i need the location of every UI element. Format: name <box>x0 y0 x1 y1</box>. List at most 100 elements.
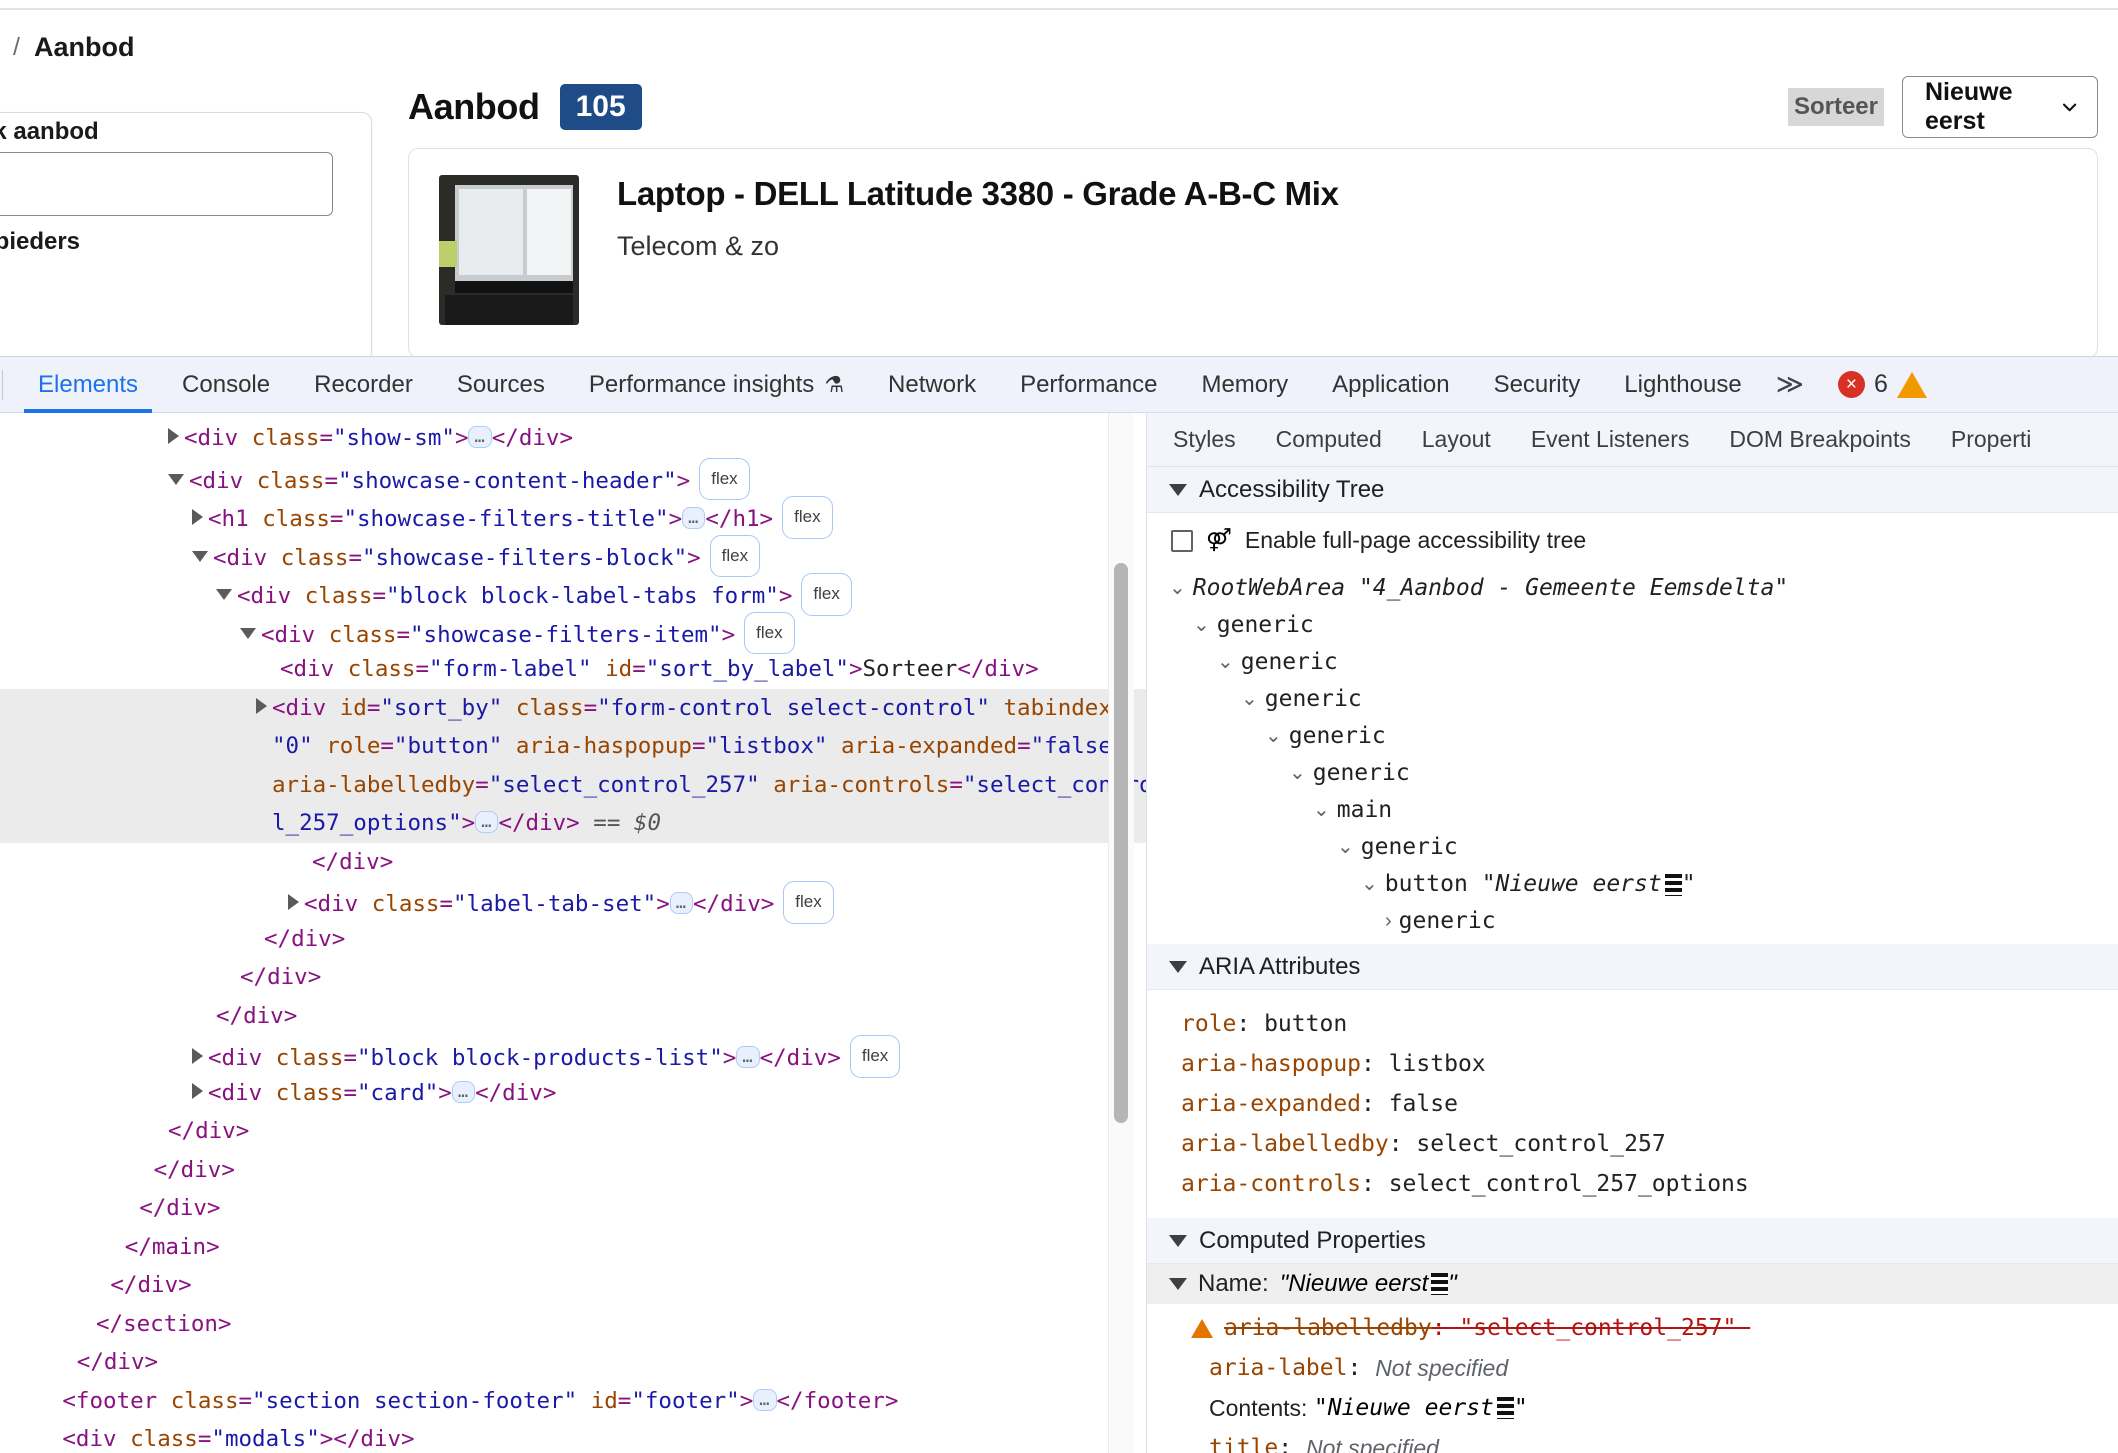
dom-node-line[interactable]: <div class="form-label" id="sort_by_labe… <box>0 650 1146 689</box>
expand-triangle-icon[interactable] <box>192 550 208 562</box>
aria-attributes-title: ARIA Attributes <box>1199 952 1361 980</box>
search-input[interactable] <box>0 152 333 216</box>
dom-tree[interactable]: <div class="show-sm">… </div> <div class="… <box>0 413 1146 1453</box>
expand-triangle-icon[interactable] <box>240 627 256 639</box>
more-tabs-button[interactable]: ≫ <box>1764 357 1816 413</box>
ax-tree-node[interactable]: ⌄ generic <box>1147 607 2118 644</box>
dom-selected-node-line[interactable]: "0" role="button" aria-haspopup="listbox… <box>0 727 1146 766</box>
dom-node-line[interactable]: <div class="showcase-filters-block"> flex <box>0 534 1146 577</box>
dom-node-line[interactable]: </div> <box>0 1151 1146 1190</box>
sidebar-tab-styles[interactable]: Styles <box>1147 426 1256 453</box>
dom-node-line[interactable]: <footer class="section section-footer" i… <box>0 1382 1146 1421</box>
collapse-triangle-icon[interactable] <box>168 428 179 444</box>
dom-node-line[interactable]: <div class="showcase-filters-item"> flex <box>0 611 1146 654</box>
tab-security[interactable]: Security <box>1472 357 1603 413</box>
sidebar-tab-computed[interactable]: Computed <box>1256 426 1402 453</box>
aria-attributes-section-header[interactable]: ARIA Attributes <box>1147 944 2118 990</box>
sidebar-tab-dom-breakpoints[interactable]: DOM Breakpoints <box>1709 426 1931 453</box>
enable-ax-tree-checkbox[interactable] <box>1171 529 1193 552</box>
tab-network[interactable]: Network <box>866 357 998 413</box>
collapse-triangle-icon[interactable] <box>192 509 203 525</box>
dom-node-line[interactable]: </div> <box>0 920 1146 959</box>
dom-scrollbar-thumb[interactable] <box>1114 563 1128 1123</box>
ax-tree-node[interactable]: ⌄ RootWebArea "4_Aanbod - Gemeente Eemsde… <box>1147 570 2118 607</box>
page-top-divider <box>0 8 2118 10</box>
dom-node-line[interactable]: <div class="block block-products-list">…… <box>0 1035 1146 1078</box>
accessibility-tree-section-header[interactable]: Accessibility Tree <box>1147 467 2118 513</box>
ax-tree-node[interactable]: ⌄ generic <box>1147 644 2118 681</box>
caret-icon[interactable]: ⌄ <box>1289 755 1306 792</box>
dom-tree-pane[interactable]: <div class="show-sm">… </div> <div class="… <box>0 413 1147 1453</box>
dom-node-line[interactable]: </div> <box>0 1343 1146 1382</box>
dom-selected-node-line[interactable]: aria-labelledby="select_control_257" ari… <box>0 765 1146 804</box>
ax-tree-node[interactable]: ⌄ generic <box>1147 718 2118 755</box>
dom-node-line[interactable]: </section> <box>0 1305 1146 1344</box>
dom-node-line[interactable]: <div class="modals"></div> <box>0 1420 1146 1453</box>
ax-tree-node[interactable]: › generic <box>1147 903 2118 940</box>
dom-node-line[interactable]: </div> <box>0 843 1146 882</box>
caret-down-icon <box>1169 1234 1187 1247</box>
caret-icon[interactable]: › <box>1385 903 1392 940</box>
computed-properties-title: Computed Properties <box>1199 1226 1426 1254</box>
caret-icon[interactable]: ⌄ <box>1265 718 1282 755</box>
caret-icon[interactable]: ⌄ <box>1241 681 1258 718</box>
dom-node-line[interactable]: </div> <box>0 1266 1146 1305</box>
dom-node-line[interactable]: </div> <box>0 997 1146 1036</box>
caret-icon[interactable]: ⌄ <box>1217 644 1234 681</box>
aria-attribute-key: aria-expanded <box>1181 1091 1362 1117</box>
collapse-triangle-icon[interactable] <box>288 894 299 910</box>
collapse-triangle-icon[interactable] <box>192 1082 203 1099</box>
ax-tree-node[interactable]: ⌄ generic <box>1147 755 2118 792</box>
tab-lighthouse[interactable]: Lighthouse <box>1602 357 1763 413</box>
dom-selected-node-line[interactable]: l_257_options">… </div> == $0 <box>0 804 1146 843</box>
caret-icon[interactable]: ⌄ <box>1313 792 1330 829</box>
tab-application[interactable]: Application <box>1310 357 1471 413</box>
aria-attribute-key: aria-controls <box>1181 1171 1362 1197</box>
collapse-triangle-icon[interactable] <box>256 697 267 714</box>
caret-icon[interactable]: ⌄ <box>1193 607 1210 644</box>
sort-by-select[interactable]: Nieuwe eerst <box>1902 76 2098 138</box>
dom-selected-node-line[interactable]: <div id="sort_by" class="form-control se… <box>0 688 1146 727</box>
dom-node-line[interactable]: <h1 class="showcase-filters-title">… </h1… <box>0 496 1146 539</box>
tab-sources[interactable]: Sources <box>435 357 567 413</box>
enable-full-page-ax-tree-row[interactable]: ⚤ Enable full-page accessibility tree <box>1147 513 2118 564</box>
dom-node-line[interactable]: <div class="card">… </div> <box>0 1074 1146 1113</box>
dom-node-line[interactable]: <div class="show-sm">… </div> <box>0 419 1146 458</box>
collapse-triangle-icon[interactable] <box>192 1048 203 1064</box>
dom-node-line[interactable]: </main> <box>0 1228 1146 1267</box>
tab-elements[interactable]: Elements <box>16 357 160 413</box>
computed-name-row[interactable]: Name: "Nieuwe eerst " <box>1147 1264 2118 1304</box>
expand-triangle-icon[interactable] <box>216 589 232 600</box>
ax-tree-node[interactable]: ⌄ generic <box>1147 829 2118 866</box>
devtools-sidebar-pane: Styles Computed Layout Event Listeners DOM B… <box>1147 413 2118 1453</box>
dom-node-line[interactable]: </div> <box>0 958 1146 997</box>
ax-tree-node[interactable]: ⌄ generic <box>1147 681 2118 718</box>
tab-performance-insights[interactable]: Performance insights ⚗ <box>567 357 866 413</box>
sidebar-tab-event-listeners[interactable]: Event Listeners <box>1511 426 1710 453</box>
caret-icon[interactable]: ⌄ <box>1337 829 1354 866</box>
sidebar-tab-properti[interactable]: Properti <box>1931 426 2052 453</box>
ax-tree-node[interactable]: ⌄ main <box>1147 792 2118 829</box>
dom-node-line[interactable]: </div> <box>0 1189 1146 1228</box>
tab-console[interactable]: Console <box>160 357 292 413</box>
product-card[interactable]: Laptop - DELL Latitude 3380 - Grade A-B-… <box>408 148 2098 356</box>
tab-performance[interactable]: Performance <box>998 357 1179 413</box>
computed-name-source-row: title: Not specified <box>1209 1435 1439 1453</box>
tab-memory[interactable]: Memory <box>1179 357 1310 413</box>
caret-icon[interactable]: ⌄ <box>1169 570 1186 607</box>
dom-node-line[interactable]: </div> <box>0 1112 1146 1151</box>
caret-icon[interactable]: ⌄ <box>1361 866 1378 903</box>
accessibility-tree-list[interactable]: ⌄ RootWebArea "4_Aanbod - Gemeente Eemsde… <box>1147 564 2118 944</box>
devtools-status-area[interactable]: × 6 <box>1837 370 1927 399</box>
computed-properties-section-header[interactable]: Computed Properties <box>1147 1218 2118 1264</box>
tab-recorder[interactable]: Recorder <box>292 357 435 413</box>
sidebar-tab-layout[interactable]: Layout <box>1402 426 1511 453</box>
product-title: Laptop - DELL Latitude 3380 - Grade A-B-… <box>617 175 1339 212</box>
ax-tree-node[interactable]: ⌄ button "Nieuwe eerst " <box>1147 866 2118 903</box>
dom-node-line[interactable]: <div class="showcase-content-header"> fle… <box>0 457 1146 500</box>
computed-name-value: "Nieuwe eerst " <box>1279 1270 1457 1297</box>
showcase-content-header: Aanbod 105 Sorteer Nieuwe eerst <box>408 76 2098 138</box>
expand-triangle-icon[interactable] <box>168 473 184 485</box>
dom-node-line[interactable]: <div class="label-tab-set">… </div> flex <box>0 881 1146 924</box>
dom-node-line[interactable]: <div class="block block-label-tabs form"… <box>0 573 1146 616</box>
